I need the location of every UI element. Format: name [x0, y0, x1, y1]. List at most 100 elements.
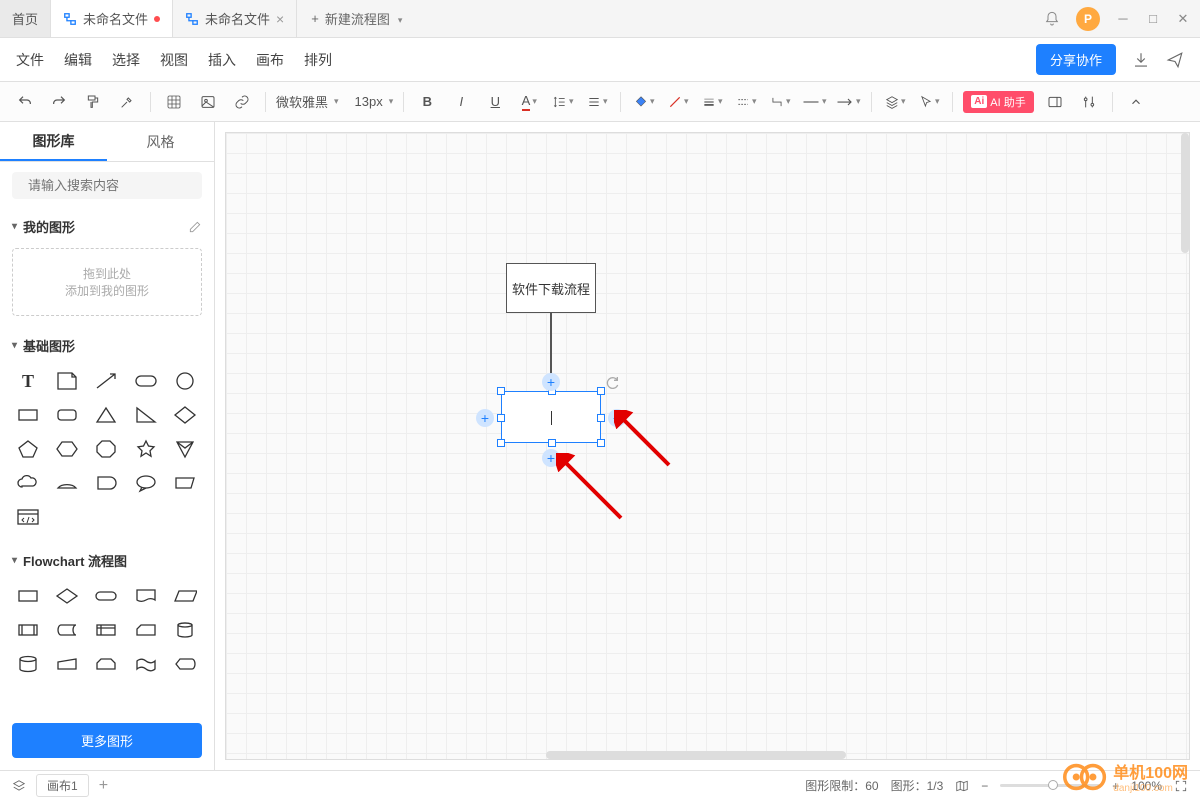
- italic-button[interactable]: I: [448, 89, 474, 115]
- shape-html[interactable]: [12, 503, 44, 531]
- shape-loop-limit[interactable]: [90, 650, 122, 678]
- bold-button[interactable]: B: [414, 89, 440, 115]
- menu-select[interactable]: 选择: [112, 50, 140, 70]
- resize-handle-se[interactable]: [597, 439, 605, 447]
- scrollbar-horizontal[interactable]: [546, 751, 846, 759]
- shape-triangle[interactable]: [90, 401, 122, 429]
- shape-arc[interactable]: [51, 469, 83, 497]
- close-icon[interactable]: ×: [276, 11, 284, 27]
- shape-predefined[interactable]: [12, 616, 44, 644]
- shape-data[interactable]: [169, 582, 201, 610]
- undo-button[interactable]: [12, 89, 38, 115]
- format-painter-button[interactable]: [80, 89, 106, 115]
- shape-decision[interactable]: [51, 582, 83, 610]
- shape-octagon[interactable]: [90, 435, 122, 463]
- menu-edit[interactable]: 编辑: [64, 50, 92, 70]
- underline-button[interactable]: U: [482, 89, 508, 115]
- menu-view[interactable]: 视图: [160, 50, 188, 70]
- section-header[interactable]: ▾ 基础图形: [12, 328, 202, 363]
- shape-database[interactable]: [169, 616, 201, 644]
- font-family-select[interactable]: 微软雅黑: [276, 92, 339, 111]
- menu-canvas[interactable]: 画布: [256, 50, 284, 70]
- collapse-up-button[interactable]: [1123, 89, 1149, 115]
- line-start-button[interactable]: [801, 89, 827, 115]
- shape-stored-data[interactable]: [51, 616, 83, 644]
- cursor-mode-button[interactable]: [916, 89, 942, 115]
- sidebar-tab-shapes[interactable]: 图形库: [0, 122, 107, 161]
- settings-button[interactable]: [1076, 89, 1102, 115]
- shape-cylinder[interactable]: [12, 650, 44, 678]
- edit-icon[interactable]: [188, 220, 202, 234]
- shape-rect[interactable]: [12, 401, 44, 429]
- layers-button[interactable]: [882, 89, 908, 115]
- resize-handle-e[interactable]: [597, 414, 605, 422]
- link-button[interactable]: [229, 89, 255, 115]
- canvas[interactable]: 软件下载流程 + + + +: [225, 132, 1190, 760]
- layers-icon[interactable]: [12, 779, 26, 793]
- sidebar-tab-style[interactable]: 风格: [107, 122, 214, 161]
- more-shapes-button[interactable]: 更多图形: [12, 723, 202, 758]
- shape-shield[interactable]: [169, 435, 201, 463]
- avatar[interactable]: P: [1076, 7, 1100, 31]
- add-page-button[interactable]: +: [99, 777, 108, 795]
- shape-pentagon[interactable]: [12, 435, 44, 463]
- shape-process[interactable]: [12, 582, 44, 610]
- tab-home[interactable]: 首页: [0, 0, 51, 37]
- new-tab-button[interactable]: + 新建流程图: [297, 9, 416, 28]
- eyedropper-button[interactable]: [114, 89, 140, 115]
- image-button[interactable]: [195, 89, 221, 115]
- shape-note[interactable]: [51, 367, 83, 395]
- zoom-out-button[interactable]: −: [981, 779, 988, 793]
- flowchart-node-selected[interactable]: [501, 391, 601, 443]
- shape-internal[interactable]: [90, 616, 122, 644]
- add-connection-top[interactable]: +: [542, 373, 560, 391]
- redo-button[interactable]: [46, 89, 72, 115]
- shape-speech[interactable]: [130, 469, 162, 497]
- line-weight-button[interactable]: [699, 89, 725, 115]
- shape-cloud[interactable]: [12, 469, 44, 497]
- shape-diamond[interactable]: [169, 401, 201, 429]
- shape-card[interactable]: [130, 616, 162, 644]
- panel-toggle-button[interactable]: [1042, 89, 1068, 115]
- line-end-button[interactable]: [835, 89, 861, 115]
- connector-type-button[interactable]: [767, 89, 793, 115]
- chevron-down-icon[interactable]: [396, 11, 403, 26]
- line-height-button[interactable]: [550, 89, 576, 115]
- shape-drop[interactable]: [90, 469, 122, 497]
- menu-file[interactable]: 文件: [16, 50, 44, 70]
- tab-doc-1[interactable]: 未命名文件: [51, 0, 173, 37]
- shape-hexagon[interactable]: [51, 435, 83, 463]
- shape-arrow[interactable]: [90, 367, 122, 395]
- menu-arrange[interactable]: 排列: [304, 50, 332, 70]
- grid-button[interactable]: [161, 89, 187, 115]
- send-icon[interactable]: [1166, 51, 1184, 69]
- resize-handle-w[interactable]: [497, 414, 505, 422]
- download-icon[interactable]: [1132, 51, 1150, 69]
- ai-assistant-button[interactable]: AiAI 助手: [963, 91, 1033, 113]
- section-header[interactable]: ▾ Flowchart 流程图: [12, 543, 202, 578]
- shape-right-triangle[interactable]: [130, 401, 162, 429]
- font-size-select[interactable]: 13px: [355, 94, 394, 109]
- drop-zone[interactable]: 拖到此处 添加到我的图形: [12, 248, 202, 316]
- flowchart-node-1[interactable]: 软件下载流程: [506, 263, 596, 313]
- menu-insert[interactable]: 插入: [208, 50, 236, 70]
- shape-star[interactable]: [130, 435, 162, 463]
- scrollbar-vertical[interactable]: [1181, 133, 1189, 253]
- rotate-handle[interactable]: [604, 375, 620, 391]
- page-tab[interactable]: 画布1: [36, 774, 89, 797]
- font-color-button[interactable]: A: [516, 89, 542, 115]
- zoom-thumb[interactable]: [1048, 780, 1058, 790]
- line-style-button[interactable]: [733, 89, 759, 115]
- search-input[interactable]: [28, 178, 204, 193]
- resize-handle-nw[interactable]: [497, 387, 505, 395]
- close-button[interactable]: ✕: [1176, 12, 1190, 26]
- stroke-color-button[interactable]: [665, 89, 691, 115]
- shape-roundrect[interactable]: [130, 367, 162, 395]
- canvas-area[interactable]: 软件下载流程 + + + +: [215, 122, 1200, 770]
- shape-circle[interactable]: [169, 367, 201, 395]
- section-header[interactable]: ▾ 我的图形: [12, 209, 202, 244]
- map-icon[interactable]: [955, 779, 969, 793]
- add-connection-left[interactable]: +: [476, 409, 494, 427]
- search-box[interactable]: [12, 172, 202, 199]
- align-button[interactable]: [584, 89, 610, 115]
